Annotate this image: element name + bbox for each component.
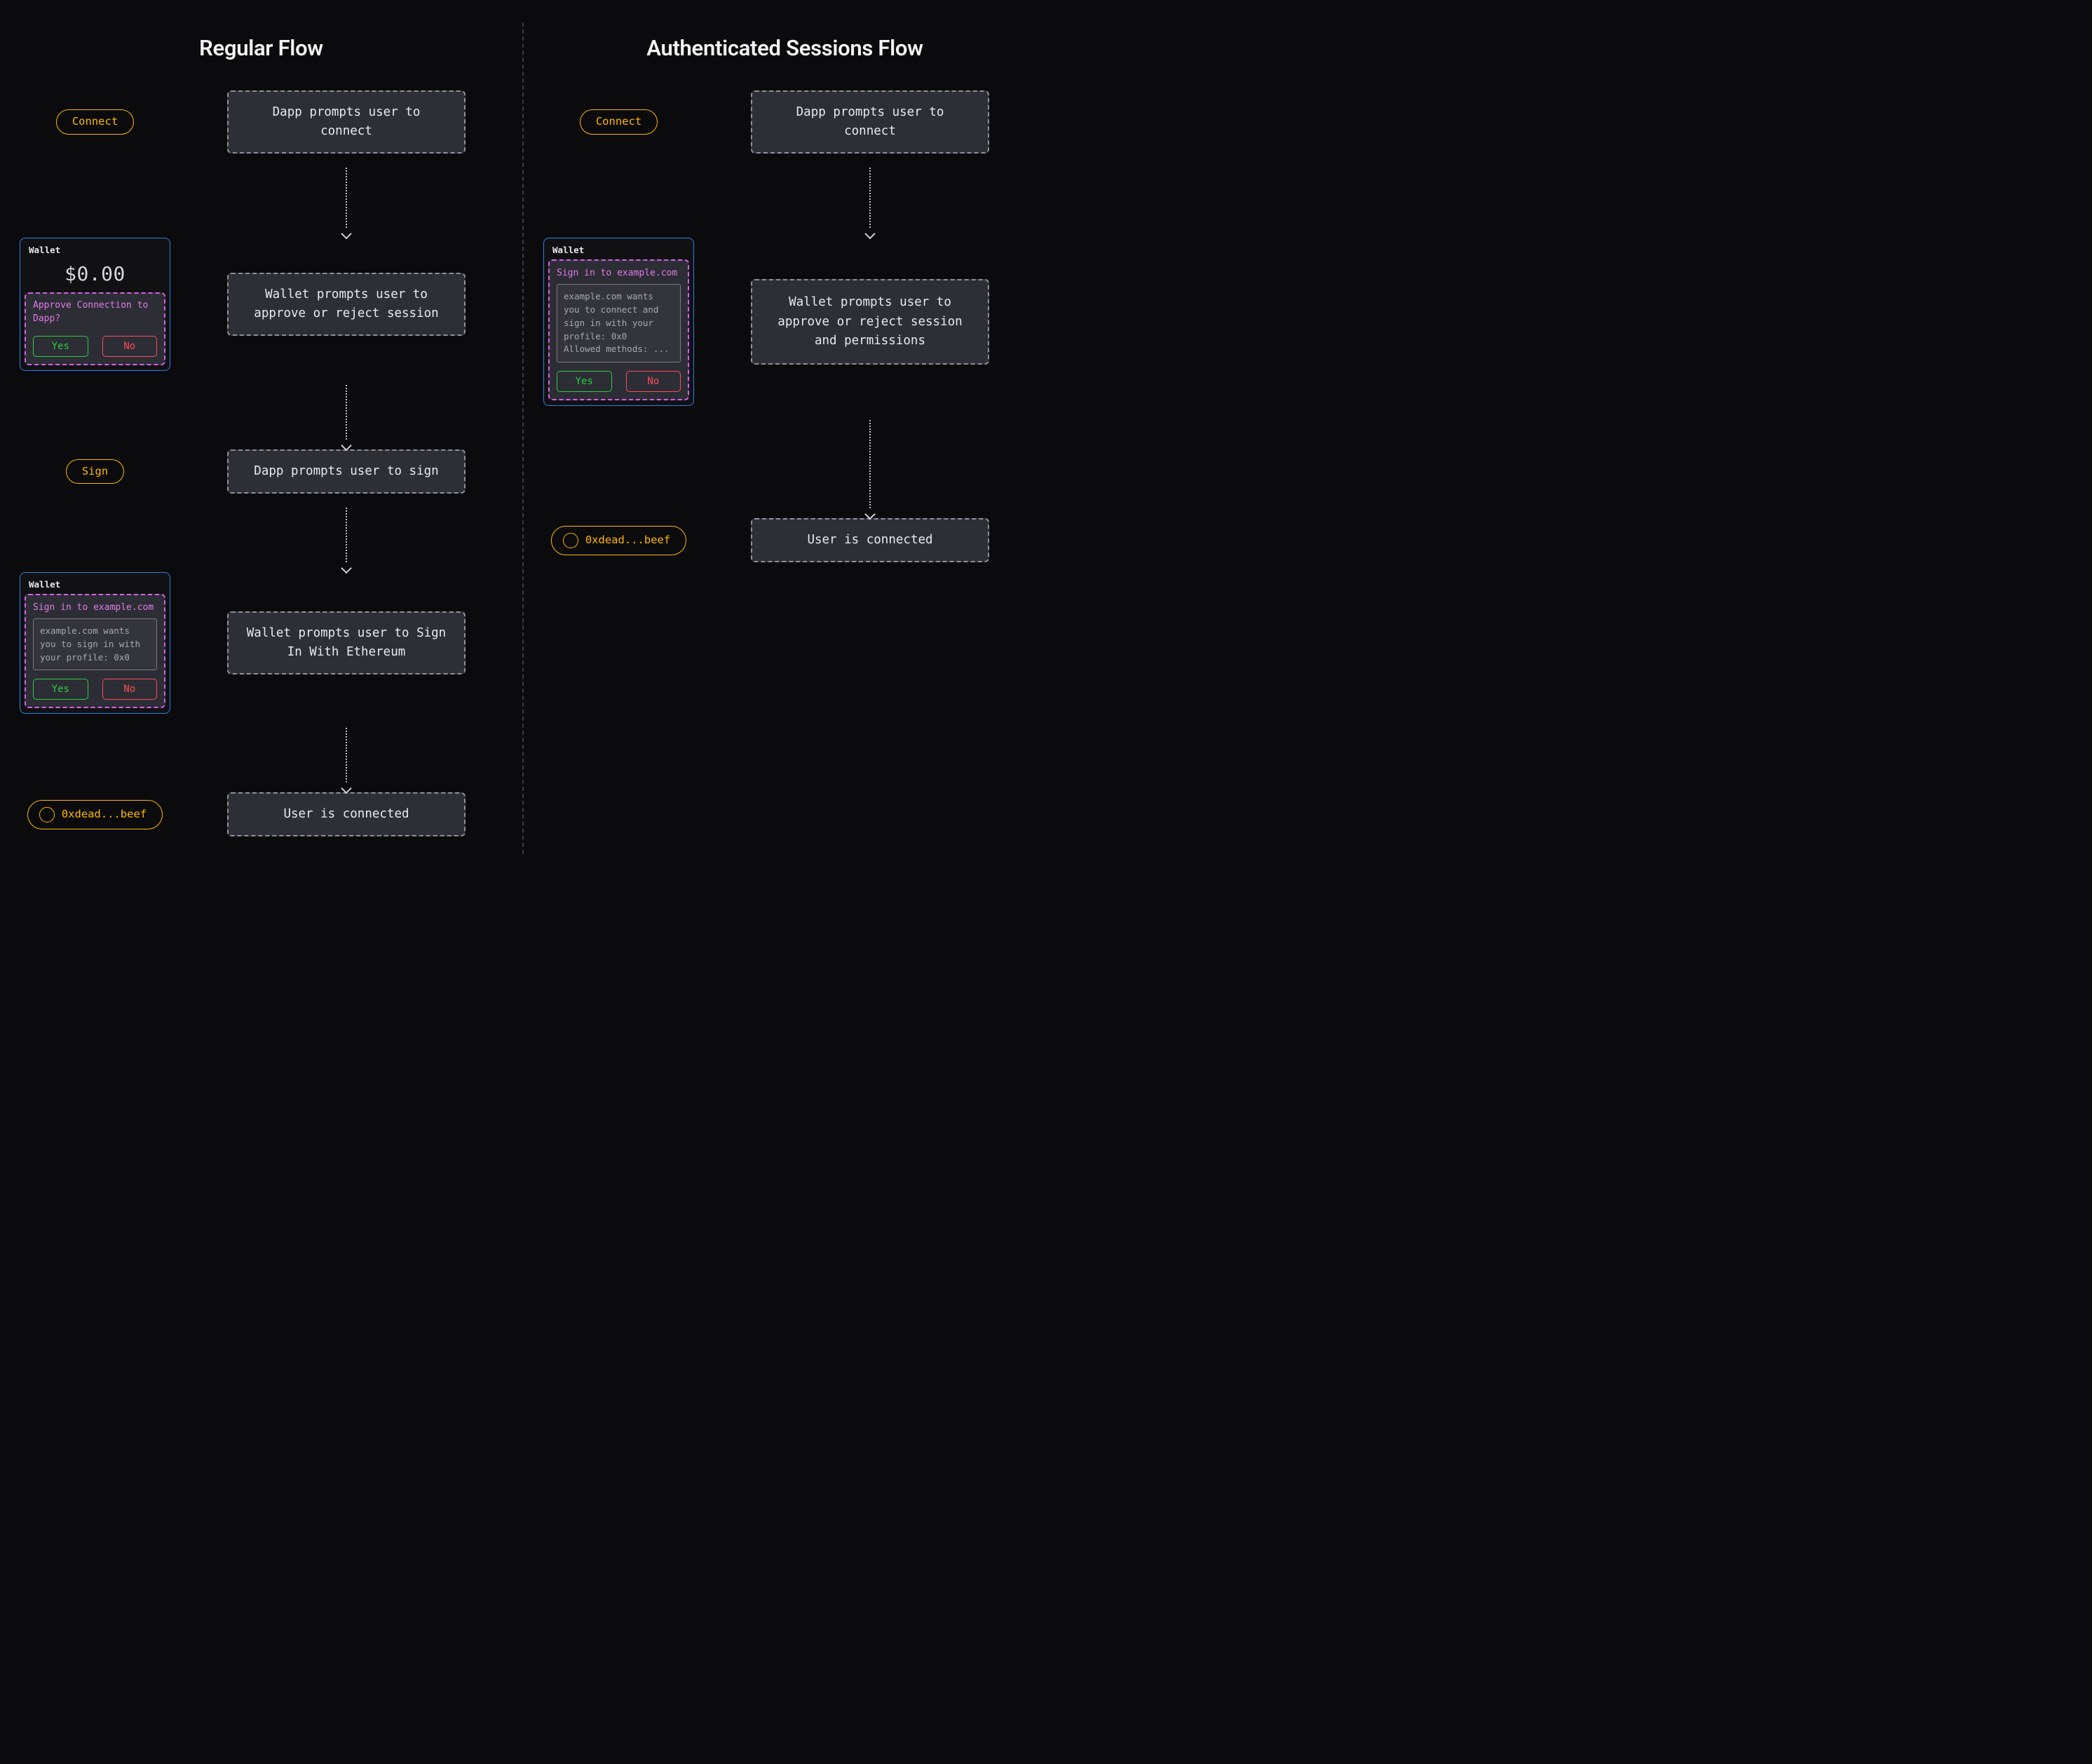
wallet-balance: $0.00: [20, 259, 170, 292]
connect-button[interactable]: Connect: [580, 109, 658, 135]
column-title: Authenticated Sessions Flow: [543, 35, 1026, 61]
wallet-card: Wallet Sign in to example.com example.co…: [20, 572, 170, 714]
yes-button[interactable]: Yes: [33, 679, 88, 700]
wallet-signin-title: Sign in to example.com: [33, 602, 157, 613]
connect-button[interactable]: Connect: [56, 109, 134, 135]
diagram-root: Regular Flow Connect Dapp prompts user t…: [0, 0, 1046, 882]
authenticated-sessions-column: Authenticated Sessions Flow Connect Dapp…: [524, 35, 1046, 854]
wallet-title: Wallet: [544, 238, 693, 259]
arrow-down-icon: [714, 168, 1026, 238]
wallet-prompt-text: Approve Connection to Dapp?: [33, 299, 157, 326]
wallet-title: Wallet: [20, 238, 170, 259]
wallet-signin-message: example.com wants you to connect and sig…: [557, 284, 681, 362]
arrow-down-icon: [190, 728, 503, 792]
wallet-prompt-panel: Approve Connection to Dapp? Yes No: [25, 292, 165, 365]
profile-avatar-icon: [563, 533, 578, 548]
arrow-down-icon: [190, 385, 503, 449]
arrow-down-icon: [714, 420, 1026, 518]
flow-node: User is connected: [751, 518, 989, 562]
arrow-down-icon: [190, 508, 503, 572]
profile-avatar-icon: [39, 807, 55, 822]
no-button[interactable]: No: [102, 336, 158, 357]
address-chip[interactable]: 0xdead...beef: [27, 800, 163, 829]
wallet-signin-panel: Sign in to example.com example.com wants…: [25, 594, 165, 708]
flow-node: Wallet prompts user to approve or reject…: [227, 273, 466, 336]
flow-node: User is connected: [227, 792, 466, 836]
address-label: 0xdead...beef: [585, 535, 670, 546]
arrow-down-icon: [190, 168, 503, 238]
address-chip[interactable]: 0xdead...beef: [551, 526, 686, 555]
yes-button[interactable]: Yes: [33, 336, 88, 357]
flow-node: Wallet prompts user to Sign In With Ethe…: [227, 611, 466, 674]
wallet-card: Wallet Sign in to example.com example.co…: [543, 238, 694, 406]
wallet-signin-panel: Sign in to example.com example.com wants…: [548, 259, 689, 400]
regular-flow-column: Regular Flow Connect Dapp prompts user t…: [0, 35, 522, 854]
flow-node: Dapp prompts user to sign: [227, 449, 466, 494]
no-button[interactable]: No: [102, 679, 158, 700]
wallet-signin-title: Sign in to example.com: [557, 268, 681, 278]
flow-node: Dapp prompts user to connect: [751, 90, 989, 154]
yes-button[interactable]: Yes: [557, 371, 612, 392]
wallet-card: Wallet $0.00 Approve Connection to Dapp?…: [20, 238, 170, 371]
no-button[interactable]: No: [626, 371, 681, 392]
address-label: 0xdead...beef: [62, 809, 147, 820]
wallet-title: Wallet: [20, 573, 170, 594]
sign-button[interactable]: Sign: [66, 459, 124, 484]
flow-node: Dapp prompts user to connect: [227, 90, 466, 154]
flow-node: Wallet prompts user to approve or reject…: [751, 279, 989, 364]
wallet-signin-message: example.com wants you to sign in with yo…: [33, 618, 157, 670]
column-title: Regular Flow: [20, 35, 503, 61]
